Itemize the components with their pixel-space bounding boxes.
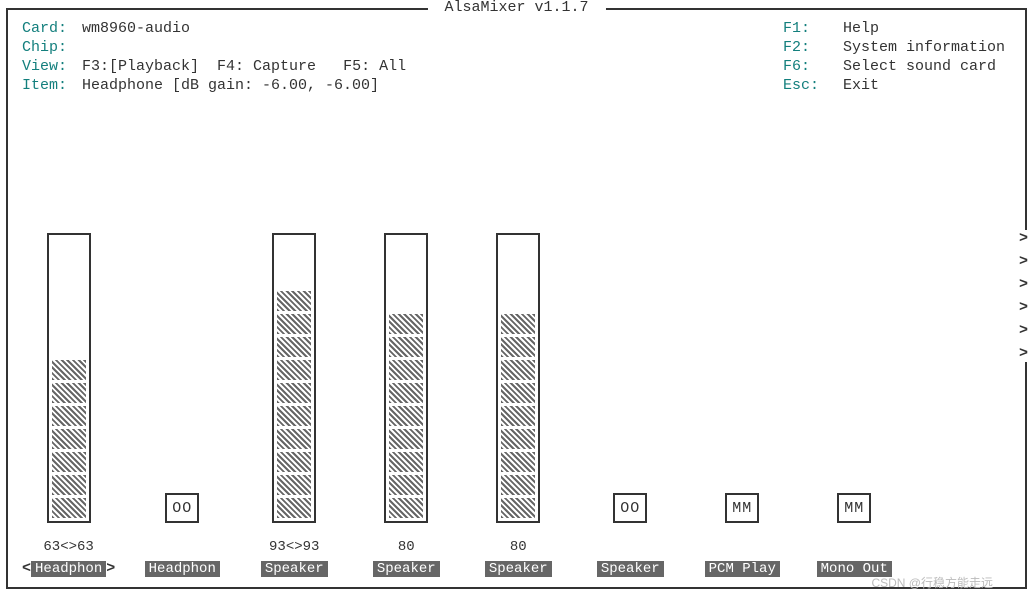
view-label: View: (22, 58, 82, 75)
channel-4[interactable]: 80 Speaker (473, 233, 563, 577)
channel-label: Speaker (373, 561, 440, 577)
volume-text: 80 (398, 539, 415, 559)
volume-bar[interactable] (384, 233, 428, 523)
volume-text: 93<>93 (269, 539, 319, 559)
help-block: F1: Help F2: System information F6: Select … (783, 20, 1005, 94)
bar-segment (501, 314, 535, 334)
bar-segment (277, 406, 311, 426)
bar-segment (389, 475, 423, 495)
bar-segment (389, 360, 423, 380)
f2-val-a: System (843, 39, 906, 56)
f6-val: Select sound card (843, 58, 996, 75)
esc-key[interactable]: Esc: (783, 77, 833, 94)
chevron-right-icon: > (1019, 322, 1028, 339)
view-playback[interactable]: [Playback] (109, 58, 199, 75)
bar-segment (52, 429, 86, 449)
bar-segment (52, 498, 86, 518)
bar-segment (52, 360, 86, 380)
watermark: CSDN @行稳方能走远 (871, 574, 993, 591)
card-label: Card: (22, 20, 82, 37)
chevron-right-icon: > (1019, 345, 1028, 362)
chip-label: Chip: (22, 39, 82, 56)
bar-segment (501, 383, 535, 403)
mute-box[interactable]: MM (725, 493, 759, 523)
chevron-right-icon: > (1019, 299, 1028, 316)
bar-segment (501, 360, 535, 380)
bar-segment (277, 429, 311, 449)
chevron-right-icon: > (1019, 230, 1028, 247)
channel-label: <Headphon> (22, 559, 115, 577)
f1-val: Help (843, 20, 879, 37)
scroll-indicator[interactable]: > > > > > > (1019, 230, 1028, 362)
esc-val: Exit (843, 77, 879, 94)
channel-5[interactable]: OO Speaker (585, 197, 675, 577)
f1-key[interactable]: F1: (783, 20, 833, 37)
bar-segment (389, 314, 423, 334)
bar-segment (389, 406, 423, 426)
bar-segment (277, 360, 311, 380)
bar-segment (277, 314, 311, 334)
mute-box[interactable]: OO (165, 493, 199, 523)
bar-segment (501, 498, 535, 518)
bar-segment (277, 498, 311, 518)
bar-segment (277, 291, 311, 311)
bar-segment (389, 452, 423, 472)
channel-label: PCM Play (705, 561, 780, 577)
card-value: wm8960-audio (82, 20, 190, 37)
main-frame: AlsaMixer v1.1.7 Card: wm8960-audio Chip… (6, 8, 1027, 589)
bar-segment (501, 406, 535, 426)
mute-box[interactable]: MM (837, 493, 871, 523)
bar-segment (52, 406, 86, 426)
channels-row: 63<>63<Headphon>OOHeadphon93<>93Speaker8… (22, 197, 1011, 577)
volume-bar[interactable] (47, 233, 91, 523)
mute-box[interactable]: OO (613, 493, 647, 523)
channel-3[interactable]: 80 Speaker (361, 233, 451, 577)
f6-key[interactable]: F6: (783, 58, 833, 75)
channel-7[interactable]: MMMono Out (809, 197, 899, 577)
item-value: Headphone [dB gain: -6.00, -6.00] (82, 77, 379, 94)
channel-2[interactable]: 93<>93 Speaker (249, 233, 339, 577)
bar-segment (277, 337, 311, 357)
f2-val-b: information (906, 39, 1005, 56)
channel-label: Speaker (597, 561, 664, 577)
bar-segment (389, 337, 423, 357)
view-f4[interactable]: F4: Capture (217, 58, 316, 75)
view-f3-key[interactable]: F3: (82, 58, 109, 75)
bar-segment (277, 383, 311, 403)
channel-label: Speaker (485, 561, 552, 577)
f2-key[interactable]: F2: (783, 39, 833, 56)
channel-6[interactable]: MM PCM Play (697, 197, 787, 577)
volume-bar[interactable] (496, 233, 540, 523)
bar-segment (501, 475, 535, 495)
bar-segment (501, 452, 535, 472)
bar-segment (52, 452, 86, 472)
bar-segment (389, 429, 423, 449)
channel-1[interactable]: OO Headphon (137, 197, 227, 577)
volume-text: 63<>63 (43, 539, 93, 559)
item-label: Item: (22, 77, 82, 94)
view-f5[interactable]: F5: All (343, 58, 406, 75)
channel-label: Speaker (261, 561, 328, 577)
bar-segment (52, 383, 86, 403)
bar-segment (501, 337, 535, 357)
bar-segment (277, 475, 311, 495)
channel-label: Headphon (145, 561, 220, 577)
channel-0[interactable]: 63<>63<Headphon> (22, 233, 115, 577)
volume-bar[interactable] (272, 233, 316, 523)
bar-segment (52, 475, 86, 495)
chevron-right-icon: > (1019, 276, 1028, 293)
bar-segment (277, 452, 311, 472)
bar-segment (389, 498, 423, 518)
bar-segment (389, 383, 423, 403)
chevron-right-icon: > (1019, 253, 1028, 270)
bar-segment (501, 429, 535, 449)
volume-text: 80 (510, 539, 527, 559)
